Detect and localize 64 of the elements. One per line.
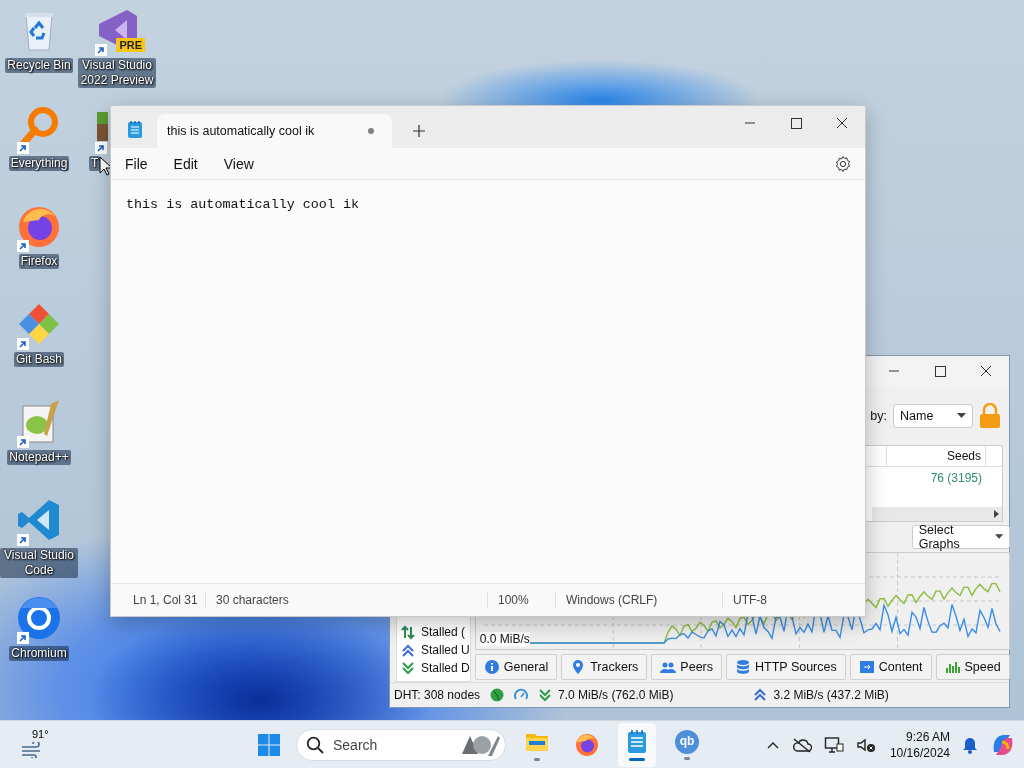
table-cell-text: 76 (3195) [930, 470, 982, 488]
bell-icon[interactable] [962, 735, 978, 754]
status-text: UTF-8 [722, 592, 767, 608]
firefox-icon [574, 731, 600, 758]
preview-badge: PRE [116, 38, 145, 52]
document-text[interactable]: this is automatically cool ik [126, 197, 850, 212]
graph-dropdown[interactable]: Select Graphs [911, 524, 1010, 549]
sort-dropdown[interactable]: Name [893, 403, 973, 428]
icon-label[interactable]: Chromium [9, 646, 69, 661]
chevrons-down-icon [401, 660, 415, 677]
globe-icon [490, 688, 505, 703]
tab[interactable]: Content [849, 653, 932, 680]
tab[interactable]: Peers [651, 653, 722, 680]
icon-label[interactable]: Notepad++ [7, 450, 71, 465]
folder-icon [858, 658, 875, 675]
column-header[interactable]: Seeds [886, 446, 986, 467]
speaker-muted-icon[interactable] [855, 736, 876, 753]
browser-icon[interactable] [15, 594, 63, 642]
cloud-off-icon[interactable] [791, 736, 812, 753]
status-text: Ln 1, Col 31 [132, 592, 199, 608]
filter-item[interactable]: Stalled D [421, 661, 470, 676]
status-text: Windows (CRLF) [555, 592, 722, 608]
menu-item[interactable]: File [115, 151, 158, 176]
taskbar-app-button[interactable] [618, 722, 656, 767]
status-text: 100% [487, 592, 555, 608]
icon-label[interactable]: Visual Studio Code [0, 548, 78, 578]
monitor-icon[interactable] [823, 735, 844, 754]
horizontal-scrollbar[interactable] [872, 506, 1002, 521]
app-logo: qb [675, 729, 699, 754]
filter-item[interactable]: Stalled ( [421, 625, 466, 640]
icon-label[interactable]: Visual Studio 2022 Preview [78, 58, 156, 88]
up-down-arrows-icon [401, 624, 415, 641]
search-icon [306, 735, 324, 754]
database-icon [735, 658, 751, 675]
chevrons-up-icon [401, 642, 415, 659]
icon-label[interactable]: Firefox [18, 254, 60, 269]
info-icon [483, 658, 500, 675]
tab[interactable]: Speed [935, 653, 1010, 680]
start-icon[interactable] [256, 732, 282, 757]
search-field[interactable]: Search [296, 728, 506, 761]
sort-label: by: [870, 408, 887, 423]
download-speed: 7.0 MiB/s (762.0 MiB) [558, 688, 674, 703]
temperature[interactable]: 91° [32, 727, 49, 740]
download-arrows-icon [538, 688, 553, 703]
tab[interactable]: General [474, 653, 558, 680]
upload-arrows-icon [753, 688, 768, 703]
filter-item[interactable]: Stalled U [421, 643, 470, 658]
document-tab[interactable]: this is automatically cool ik [157, 114, 392, 148]
menu-item[interactable]: Edit [163, 151, 208, 176]
caret-icon [994, 534, 1003, 540]
upload-speed: 3.2 MiB/s (437.2 MiB) [773, 688, 889, 703]
tab[interactable]: Trackers [561, 653, 648, 680]
axis-label: 0.0 MiB/s [479, 631, 530, 646]
settings-icon[interactable] [834, 154, 852, 173]
notepad-icon [127, 120, 143, 138]
tab[interactable]: HTTP Sources [726, 653, 846, 680]
menu-item[interactable]: View [213, 151, 264, 176]
icon-label[interactable]: Everything [8, 156, 70, 171]
caret-icon [957, 413, 966, 419]
icon-label[interactable]: Git Bash [14, 352, 64, 367]
dht-status: DHT: 308 nodes [394, 688, 481, 703]
status-text: 30 characters [205, 592, 487, 608]
icon-label[interactable]: Recycle Bin [5, 58, 73, 73]
clock[interactable]: 9:26 AM 10/16/2024 [889, 728, 950, 761]
